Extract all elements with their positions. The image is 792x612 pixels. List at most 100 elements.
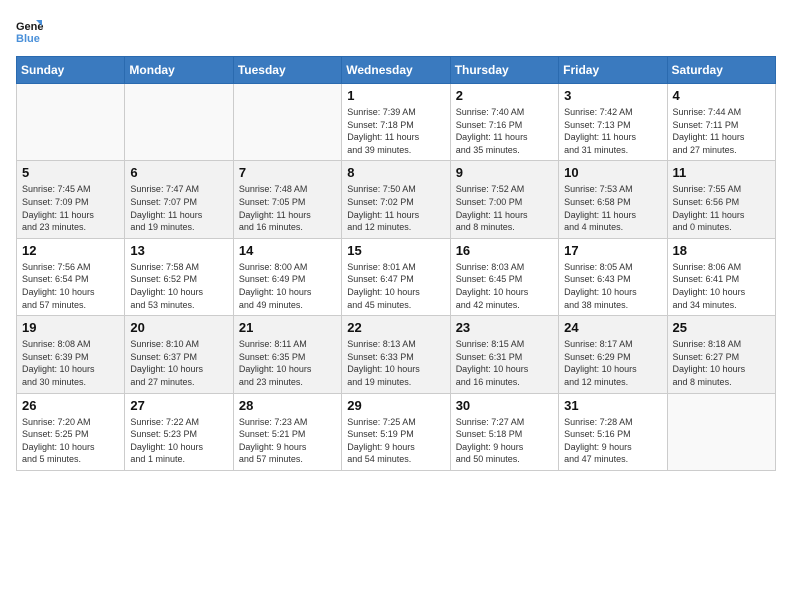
calendar-day-cell: 9Sunrise: 7:52 AM Sunset: 7:00 PM Daylig… xyxy=(450,161,558,238)
calendar-day-cell: 6Sunrise: 7:47 AM Sunset: 7:07 PM Daylig… xyxy=(125,161,233,238)
day-info: Sunrise: 7:50 AM Sunset: 7:02 PM Dayligh… xyxy=(347,183,444,233)
logo-icon: General Blue xyxy=(16,16,44,44)
calendar-day-cell: 5 Sunrise: 7:45 AM Sunset: 7:09 PM Daylig… xyxy=(17,161,125,238)
calendar-day-cell: 25 Sunrise: 8:18 AM Sunset: 6:27 PM Dayli… xyxy=(667,316,775,393)
weekday-header-row: SundayMondayTuesdayWednesdayThursdayFrid… xyxy=(17,57,776,84)
day-number: 10 xyxy=(564,165,661,180)
day-number: 4 xyxy=(673,88,770,103)
day-number: 7 xyxy=(239,165,336,180)
day-number: 31 xyxy=(564,398,661,413)
day-number: 17 xyxy=(564,243,661,258)
calendar-day-cell: 31 Sunrise: 7:28 AM Sunset: 5:16 PM Dayli… xyxy=(559,393,667,470)
calendar-day-cell: 29Sunrise: 7:25 AM Sunset: 5:19 PM Dayli… xyxy=(342,393,450,470)
day-info: Sunrise: 7:47 AM Sunset: 7:07 PM Dayligh… xyxy=(130,183,227,233)
day-info: Sunrise: 7:48 AM Sunset: 7:05 PM Dayligh… xyxy=(239,183,336,233)
day-number: 11 xyxy=(673,165,770,180)
day-number: 3 xyxy=(564,88,661,103)
weekday-header-tuesday: Tuesday xyxy=(233,57,341,84)
calendar-day-cell: 24 Sunrise: 8:17 AM Sunset: 6:29 PM Dayli… xyxy=(559,316,667,393)
day-info: Sunrise: 8:11 AM Sunset: 6:35 PM Dayligh… xyxy=(239,338,336,388)
calendar-week-row: 12 Sunrise: 7:56 AM Sunset: 6:54 PM Dayli… xyxy=(17,238,776,315)
calendar-day-cell: 1Sunrise: 7:39 AM Sunset: 7:18 PM Daylig… xyxy=(342,84,450,161)
calendar-day-cell: 21 Sunrise: 8:11 AM Sunset: 6:35 PM Dayli… xyxy=(233,316,341,393)
day-number: 25 xyxy=(673,320,770,335)
calendar-day-cell: 27 Sunrise: 7:22 AM Sunset: 5:23 PM Dayli… xyxy=(125,393,233,470)
calendar-day-cell: 16Sunrise: 8:03 AM Sunset: 6:45 PM Dayli… xyxy=(450,238,558,315)
calendar-day-cell: 26 Sunrise: 7:20 AM Sunset: 5:25 PM Dayli… xyxy=(17,393,125,470)
weekday-header-wednesday: Wednesday xyxy=(342,57,450,84)
calendar-week-row: 5 Sunrise: 7:45 AM Sunset: 7:09 PM Daylig… xyxy=(17,161,776,238)
day-info: Sunrise: 8:01 AM Sunset: 6:47 PM Dayligh… xyxy=(347,261,444,311)
day-number: 23 xyxy=(456,320,553,335)
day-info: Sunrise: 8:18 AM Sunset: 6:27 PM Dayligh… xyxy=(673,338,770,388)
day-info: Sunrise: 7:40 AM Sunset: 7:16 PM Dayligh… xyxy=(456,106,553,156)
day-info: Sunrise: 8:17 AM Sunset: 6:29 PM Dayligh… xyxy=(564,338,661,388)
day-info: Sunrise: 7:20 AM Sunset: 5:25 PM Dayligh… xyxy=(22,416,119,466)
calendar-day-cell: 13 Sunrise: 7:58 AM Sunset: 6:52 PM Dayli… xyxy=(125,238,233,315)
day-number: 27 xyxy=(130,398,227,413)
day-number: 14 xyxy=(239,243,336,258)
day-number: 21 xyxy=(239,320,336,335)
logo: General Blue xyxy=(16,16,48,44)
calendar-day-cell: 2 Sunrise: 7:40 AM Sunset: 7:16 PM Daylig… xyxy=(450,84,558,161)
day-info: Sunrise: 8:13 AM Sunset: 6:33 PM Dayligh… xyxy=(347,338,444,388)
calendar-week-row: 1Sunrise: 7:39 AM Sunset: 7:18 PM Daylig… xyxy=(17,84,776,161)
day-number: 2 xyxy=(456,88,553,103)
calendar-day-cell: 14 Sunrise: 8:00 AM Sunset: 6:49 PM Dayli… xyxy=(233,238,341,315)
day-info: Sunrise: 7:56 AM Sunset: 6:54 PM Dayligh… xyxy=(22,261,119,311)
calendar-day-cell xyxy=(125,84,233,161)
weekday-header-sunday: Sunday xyxy=(17,57,125,84)
day-info: Sunrise: 8:08 AM Sunset: 6:39 PM Dayligh… xyxy=(22,338,119,388)
day-info: Sunrise: 7:44 AM Sunset: 7:11 PM Dayligh… xyxy=(673,106,770,156)
weekday-header-monday: Monday xyxy=(125,57,233,84)
day-info: Sunrise: 7:28 AM Sunset: 5:16 PM Dayligh… xyxy=(564,416,661,466)
day-number: 29 xyxy=(347,398,444,413)
calendar-day-cell: 7 Sunrise: 7:48 AM Sunset: 7:05 PM Daylig… xyxy=(233,161,341,238)
page-header: General Blue xyxy=(16,16,776,44)
day-info: Sunrise: 7:23 AM Sunset: 5:21 PM Dayligh… xyxy=(239,416,336,466)
day-info: Sunrise: 8:06 AM Sunset: 6:41 PM Dayligh… xyxy=(673,261,770,311)
day-info: Sunrise: 8:00 AM Sunset: 6:49 PM Dayligh… xyxy=(239,261,336,311)
day-info: Sunrise: 7:58 AM Sunset: 6:52 PM Dayligh… xyxy=(130,261,227,311)
day-info: Sunrise: 7:39 AM Sunset: 7:18 PM Dayligh… xyxy=(347,106,444,156)
day-info: Sunrise: 8:05 AM Sunset: 6:43 PM Dayligh… xyxy=(564,261,661,311)
day-number: 18 xyxy=(673,243,770,258)
day-number: 22 xyxy=(347,320,444,335)
weekday-header-thursday: Thursday xyxy=(450,57,558,84)
day-info: Sunrise: 7:27 AM Sunset: 5:18 PM Dayligh… xyxy=(456,416,553,466)
day-number: 30 xyxy=(456,398,553,413)
day-info: Sunrise: 8:15 AM Sunset: 6:31 PM Dayligh… xyxy=(456,338,553,388)
calendar-week-row: 26 Sunrise: 7:20 AM Sunset: 5:25 PM Dayli… xyxy=(17,393,776,470)
calendar-day-cell: 8 Sunrise: 7:50 AM Sunset: 7:02 PM Daylig… xyxy=(342,161,450,238)
calendar-day-cell: 18 Sunrise: 8:06 AM Sunset: 6:41 PM Dayli… xyxy=(667,238,775,315)
calendar-day-cell: 12 Sunrise: 7:56 AM Sunset: 6:54 PM Dayli… xyxy=(17,238,125,315)
weekday-header-friday: Friday xyxy=(559,57,667,84)
calendar-day-cell xyxy=(667,393,775,470)
day-info: Sunrise: 7:22 AM Sunset: 5:23 PM Dayligh… xyxy=(130,416,227,466)
calendar-day-cell: 3Sunrise: 7:42 AM Sunset: 7:13 PM Daylig… xyxy=(559,84,667,161)
day-info: Sunrise: 7:53 AM Sunset: 6:58 PM Dayligh… xyxy=(564,183,661,233)
calendar-day-cell xyxy=(233,84,341,161)
day-info: Sunrise: 7:55 AM Sunset: 6:56 PM Dayligh… xyxy=(673,183,770,233)
day-info: Sunrise: 7:45 AM Sunset: 7:09 PM Dayligh… xyxy=(22,183,119,233)
calendar-week-row: 19 Sunrise: 8:08 AM Sunset: 6:39 PM Dayli… xyxy=(17,316,776,393)
calendar-day-cell: 28Sunrise: 7:23 AM Sunset: 5:21 PM Dayli… xyxy=(233,393,341,470)
day-number: 19 xyxy=(22,320,119,335)
day-number: 13 xyxy=(130,243,227,258)
calendar-day-cell: 19 Sunrise: 8:08 AM Sunset: 6:39 PM Dayli… xyxy=(17,316,125,393)
calendar-day-cell: 15 Sunrise: 8:01 AM Sunset: 6:47 PM Dayli… xyxy=(342,238,450,315)
day-info: Sunrise: 8:03 AM Sunset: 6:45 PM Dayligh… xyxy=(456,261,553,311)
calendar-day-cell: 22 Sunrise: 8:13 AM Sunset: 6:33 PM Dayli… xyxy=(342,316,450,393)
calendar-day-cell: 23 Sunrise: 8:15 AM Sunset: 6:31 PM Dayli… xyxy=(450,316,558,393)
calendar-day-cell: 30 Sunrise: 7:27 AM Sunset: 5:18 PM Dayli… xyxy=(450,393,558,470)
weekday-header-saturday: Saturday xyxy=(667,57,775,84)
day-number: 15 xyxy=(347,243,444,258)
calendar-day-cell: 4 Sunrise: 7:44 AM Sunset: 7:11 PM Daylig… xyxy=(667,84,775,161)
day-info: Sunrise: 8:10 AM Sunset: 6:37 PM Dayligh… xyxy=(130,338,227,388)
day-number: 5 xyxy=(22,165,119,180)
calendar-day-cell: 17 Sunrise: 8:05 AM Sunset: 6:43 PM Dayli… xyxy=(559,238,667,315)
day-number: 26 xyxy=(22,398,119,413)
day-number: 8 xyxy=(347,165,444,180)
day-number: 12 xyxy=(22,243,119,258)
day-number: 24 xyxy=(564,320,661,335)
